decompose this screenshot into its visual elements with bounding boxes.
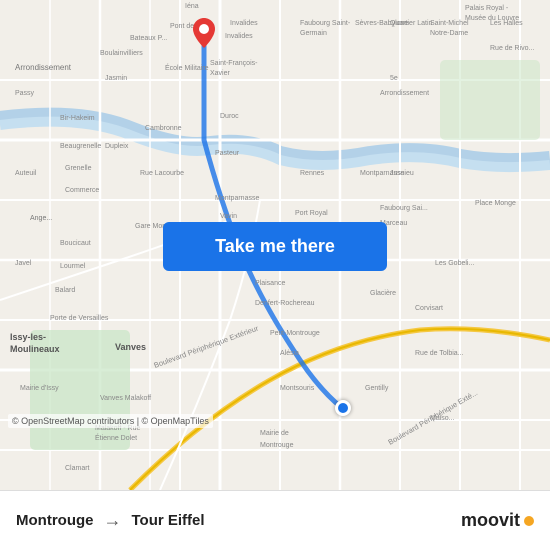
- svg-text:École Militaire: École Militaire: [165, 63, 209, 72]
- svg-text:Dupleix: Dupleix: [105, 143, 129, 150]
- svg-text:Ange...: Ange...: [30, 215, 52, 222]
- svg-text:Les Gobeli...: Les Gobeli...: [435, 260, 474, 267]
- svg-text:Glacière: Glacière: [370, 290, 396, 297]
- svg-text:Arrondissement: Arrondissement: [380, 90, 429, 97]
- svg-text:Grenelle: Grenelle: [65, 165, 92, 172]
- svg-text:Alésia: Alésia: [280, 350, 299, 357]
- svg-text:Les Halles: Les Halles: [490, 20, 523, 27]
- svg-text:Invalides: Invalides: [230, 20, 258, 27]
- svg-text:Javel: Javel: [15, 260, 32, 267]
- svg-text:Corvisart: Corvisart: [415, 305, 443, 312]
- moovit-dot-icon: [524, 516, 534, 526]
- svg-text:Mairie de: Mairie de: [260, 430, 289, 437]
- svg-text:Vanves: Vanves: [115, 342, 146, 352]
- svg-text:Rue de Rivo...: Rue de Rivo...: [490, 45, 534, 52]
- svg-text:Jussieu: Jussieu: [390, 170, 414, 177]
- svg-text:Étienne Dolet: Étienne Dolet: [95, 433, 137, 442]
- svg-text:Faubourg Saint-: Faubourg Saint-: [300, 20, 351, 27]
- svg-text:Jasmin: Jasmin: [105, 75, 127, 82]
- svg-text:Boucicaut: Boucicaut: [60, 240, 91, 247]
- svg-text:Boulainvilliers: Boulainvilliers: [100, 50, 143, 57]
- moovit-logo: moovit: [461, 510, 534, 531]
- take-me-there-button[interactable]: Take me there: [163, 222, 387, 271]
- moovit-brand-text: moovit: [461, 510, 520, 531]
- map-area: Arrondissement Passy Auteuil Ange... Jav…: [0, 0, 550, 490]
- svg-text:Invalides: Invalides: [225, 33, 253, 40]
- svg-text:Rue Lacourbe: Rue Lacourbe: [140, 170, 184, 177]
- svg-text:Denfert-Rochereau: Denfert-Rochereau: [255, 300, 315, 307]
- svg-text:Montrouge: Montrouge: [260, 442, 294, 449]
- svg-text:Germain: Germain: [300, 30, 327, 37]
- svg-text:Clamart: Clamart: [65, 465, 90, 472]
- svg-text:Beaugrenelle: Beaugrenelle: [60, 143, 101, 150]
- svg-text:Faubourg Sai...: Faubourg Sai...: [380, 205, 428, 212]
- svg-text:Palais Royal -: Palais Royal -: [465, 5, 509, 12]
- svg-text:Place Monge: Place Monge: [475, 200, 516, 207]
- svg-text:Montparnasse: Montparnasse: [215, 195, 259, 202]
- svg-text:Auteuil: Auteuil: [15, 170, 37, 177]
- svg-text:Commerce: Commerce: [65, 187, 99, 194]
- destination-pin: [193, 18, 215, 48]
- svg-text:Montsouris: Montsouris: [280, 385, 315, 392]
- svg-text:Bateaux P...: Bateaux P...: [130, 35, 167, 42]
- svg-text:Duroc: Duroc: [220, 113, 239, 120]
- route-from: Montrouge: [16, 512, 93, 529]
- bottom-bar: Montrouge → Tour Eiffel moovit: [0, 490, 550, 550]
- route-arrow: →: [103, 510, 121, 531]
- svg-text:Rue de Tolbia...: Rue de Tolbia...: [415, 350, 464, 357]
- svg-text:Mairie d'Issy: Mairie d'Issy: [20, 385, 59, 392]
- svg-text:Arrondissement: Arrondissement: [15, 63, 72, 72]
- svg-text:Rennes: Rennes: [300, 170, 325, 177]
- svg-text:Saint-François-: Saint-François-: [210, 60, 258, 67]
- svg-text:Quartier Latin: Quartier Latin: [390, 20, 433, 27]
- svg-text:Passy: Passy: [15, 90, 35, 97]
- svg-text:Petit-Montrouge: Petit-Montrouge: [270, 330, 320, 337]
- svg-text:Gentilly: Gentilly: [365, 385, 389, 392]
- current-location-dot: [335, 400, 351, 416]
- svg-text:Port Royal: Port Royal: [295, 210, 328, 217]
- svg-text:Saint-Michel: Saint-Michel: [430, 20, 469, 27]
- svg-text:Xavier: Xavier: [210, 70, 231, 77]
- map-copyright: © OpenStreetMap contributors | © OpenMap…: [8, 414, 213, 428]
- svg-text:Iéna: Iéna: [185, 3, 199, 10]
- svg-text:Lourmel: Lourmel: [60, 263, 86, 270]
- svg-text:5e: 5e: [390, 75, 398, 82]
- svg-text:Vavin: Vavin: [220, 213, 237, 220]
- svg-text:Plaisance: Plaisance: [255, 280, 285, 287]
- svg-text:Vanves Malakoff: Vanves Malakoff: [100, 395, 151, 402]
- svg-text:Issy-les-: Issy-les-: [10, 332, 46, 342]
- svg-text:Pasteur: Pasteur: [215, 150, 240, 157]
- svg-text:Moulineaux: Moulineaux: [10, 344, 60, 354]
- svg-text:Notre-Dame: Notre-Dame: [430, 30, 468, 37]
- route-to: Tour Eiffel: [131, 512, 204, 529]
- svg-text:Bir-Hakeim: Bir-Hakeim: [60, 115, 95, 122]
- svg-text:Cambronne: Cambronne: [145, 125, 182, 132]
- svg-text:Porte de Versailles: Porte de Versailles: [50, 315, 109, 322]
- svg-text:Balard: Balard: [55, 287, 75, 294]
